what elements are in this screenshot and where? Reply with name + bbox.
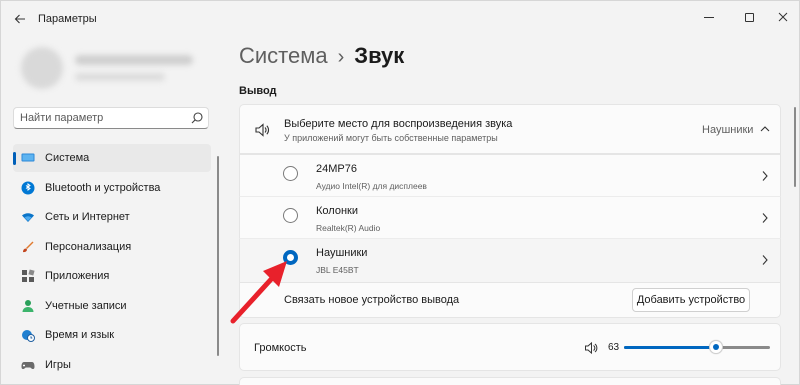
minimize-icon	[704, 16, 714, 18]
device-radio-selected[interactable]	[283, 250, 298, 265]
app-title: Параметры	[38, 13, 97, 25]
device-name: Наушники	[316, 247, 368, 259]
sidebar-item-system[interactable]: Система	[13, 144, 211, 172]
search-box[interactable]	[13, 107, 209, 129]
title-bar: Параметры	[1, 1, 800, 35]
chevron-up-icon[interactable]	[760, 125, 770, 133]
section-title-output: Вывод	[239, 85, 277, 97]
breadcrumb-separator: ›	[337, 46, 345, 68]
settings-window: Параметры Система	[0, 0, 800, 385]
output-title: Выберите место для воспроизведения звука	[284, 118, 513, 130]
globe-clock-icon	[22, 330, 35, 342]
monitor-icon	[21, 153, 35, 162]
minimize-button[interactable]	[689, 5, 729, 29]
maximize-icon	[744, 12, 754, 22]
search-input[interactable]	[20, 108, 180, 128]
volume-label: Громкость	[254, 342, 307, 354]
volume-card: Громкость 63	[239, 323, 781, 371]
close-icon	[778, 12, 788, 22]
apps-icon	[22, 269, 35, 282]
sidebar-item-apps[interactable]: Приложения	[13, 262, 211, 290]
person-icon	[22, 299, 34, 312]
avatar	[21, 47, 63, 89]
sidebar-item-label: Персонализация	[45, 240, 132, 253]
sidebar-item-label: Игры	[45, 358, 71, 371]
list-item[interactable]: Колонки Realtek(R) Audio	[239, 196, 781, 238]
add-device-button[interactable]: Добавить устройство	[632, 288, 750, 312]
next-card-partial	[239, 377, 781, 385]
account-card[interactable]	[15, 41, 215, 97]
volume-slider-fill	[624, 346, 716, 349]
breadcrumb: Система › Звук	[239, 43, 404, 69]
brush-icon	[23, 241, 34, 252]
account-name-blurred	[75, 55, 193, 65]
volume-value: 63	[608, 342, 620, 353]
volume-slider[interactable]	[624, 340, 770, 354]
sidebar-item-accounts[interactable]: Учетные записи	[13, 292, 211, 320]
gamepad-icon	[21, 361, 35, 369]
wifi-icon	[22, 213, 34, 222]
page-title: Звук	[354, 43, 405, 68]
search-icon[interactable]	[190, 111, 204, 125]
volume-icon[interactable]	[584, 341, 598, 355]
output-selected-value: Наушники	[702, 124, 754, 136]
device-radio[interactable]	[283, 208, 298, 223]
chevron-right-icon[interactable]	[761, 212, 769, 224]
device-detail: Аудио Intel(R) для дисплеев	[316, 181, 427, 191]
sidebar-item-label: Учетные записи	[45, 299, 127, 312]
sidebar-item-label: Система	[45, 152, 90, 164]
pair-new-output-label: Связать новое устройство вывода	[284, 294, 460, 306]
sidebar-item-label: Время и язык	[45, 329, 115, 341]
output-device-selector[interactable]: Выберите место для воспроизведения звука…	[239, 104, 781, 154]
pair-new-output-row: Связать новое устройство вывода Добавить…	[239, 282, 781, 318]
chevron-right-icon[interactable]	[761, 254, 769, 266]
list-item[interactable]: 24MP76 Аудио Intel(R) для дисплеев	[239, 154, 781, 196]
close-button[interactable]	[763, 5, 800, 29]
bluetooth-icon	[21, 181, 35, 194]
volume-slider-thumb[interactable]	[709, 340, 723, 354]
breadcrumb-parent[interactable]: Система	[239, 43, 328, 68]
sidebar-item-label: Сеть и Интернет	[45, 211, 130, 223]
sidebar-nav: Система Bluetooth и устройства Сеть и Ин…	[13, 144, 211, 380]
account-email-blurred	[75, 73, 165, 81]
back-button[interactable]	[11, 10, 29, 28]
device-name: 24MP76	[316, 163, 357, 175]
sidebar-item-label: Приложения	[45, 270, 110, 282]
list-item[interactable]: Наушники JBL E45BT	[239, 238, 781, 282]
sidebar-item-personalization[interactable]: Персонализация	[13, 233, 211, 261]
sidebar-item-bluetooth[interactable]: Bluetooth и устройства	[13, 174, 211, 202]
output-subtitle: У приложений могут быть собственные пара…	[284, 133, 498, 143]
speaker-icon	[255, 123, 269, 137]
device-detail: Realtek(R) Audio	[316, 223, 381, 233]
device-radio[interactable]	[283, 166, 298, 181]
main-scrollbar[interactable]	[794, 107, 796, 187]
device-detail: JBL E45BT	[316, 265, 359, 275]
sidebar-item-label: Bluetooth и устройства	[45, 181, 161, 194]
back-arrow-icon	[14, 14, 25, 24]
chevron-right-icon[interactable]	[761, 170, 769, 182]
sidebar-scrollbar[interactable]	[217, 156, 219, 356]
sidebar-item-gaming[interactable]: Игры	[13, 351, 211, 379]
sidebar-item-network[interactable]: Сеть и Интернет	[13, 203, 211, 231]
sidebar-item-time-language[interactable]: Время и язык	[13, 321, 211, 349]
device-name: Колонки	[316, 205, 358, 217]
